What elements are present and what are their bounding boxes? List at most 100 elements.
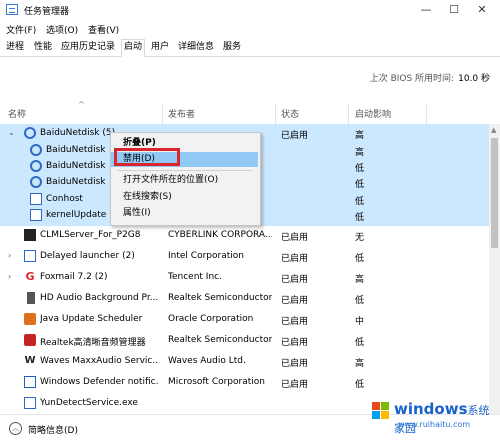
app-impact: 中 — [355, 317, 365, 327]
app-name: Waves MaxxAudio Servic... — [40, 356, 158, 366]
app-publisher: Tencent Inc. — [168, 272, 222, 282]
bios-time-value: 10.0 秒 — [458, 74, 490, 84]
app-name: Foxmail 7.2 (2) — [40, 272, 108, 282]
app-status: 已启用 — [281, 380, 309, 390]
tab-details[interactable]: 详细信息 — [176, 40, 216, 55]
tab-bar: 进程 性能 应用历史记录 启动 用户 详细信息 服务 — [0, 39, 500, 57]
list-item[interactable]: Realtek高清晰音频管理器 Realtek Semiconductor 已启… — [0, 331, 489, 351]
column-header-name[interactable]: 名称 — [8, 107, 26, 120]
windows-logo-icon — [372, 402, 390, 420]
app-status: 已启用 — [281, 254, 309, 264]
chevron-right-icon[interactable]: › — [8, 272, 11, 281]
app-status: 已启用 — [281, 275, 309, 285]
speaker-icon — [27, 292, 35, 304]
chevron-up-icon[interactable]: ︿ — [9, 422, 22, 435]
chevron-right-icon[interactable]: › — [8, 251, 11, 260]
column-divider[interactable] — [426, 104, 427, 124]
list-item[interactable]: CLMLServer_For_P2G8 CYBERLINK CORPORA...… — [0, 226, 489, 246]
baidu-netdisk-icon — [30, 144, 42, 156]
tab-startup[interactable]: 启动 — [121, 39, 146, 57]
app-publisher: Intel Corporation — [168, 251, 244, 261]
app-impact: 低 — [355, 213, 365, 223]
app-impact: 高 — [355, 131, 365, 141]
app-name: HD Audio Background Pr... — [40, 293, 158, 303]
menu-options[interactable]: 选项(O) — [46, 23, 78, 36]
column-divider[interactable] — [348, 104, 349, 124]
app-impact: 低 — [355, 254, 365, 264]
app-impact: 低 — [355, 338, 365, 348]
fewer-details-link[interactable]: 简略信息(D) — [28, 423, 78, 436]
app-status: 已启用 — [281, 233, 309, 243]
minimize-button[interactable]: — — [413, 1, 439, 19]
app-publisher: Oracle Corporation — [168, 314, 254, 324]
list-item[interactable]: Java Update Scheduler Oracle Corporation… — [0, 310, 489, 330]
watermark: windows系统家园 www.ruihaitu.com — [372, 396, 496, 436]
app-name: Realtek高清晰音频管理器 — [40, 338, 146, 348]
clml-server-icon — [24, 229, 36, 241]
list-item[interactable]: › Delayed launcher (2) Intel Corporation… — [0, 247, 489, 267]
tab-performance[interactable]: 性能 — [32, 40, 54, 55]
tab-processes[interactable]: 进程 — [4, 40, 26, 55]
scrollbar-thumb[interactable] — [491, 138, 498, 248]
context-separator — [117, 170, 252, 171]
app-name: Java Update Scheduler — [40, 314, 143, 324]
app-publisher: CYBERLINK CORPORA... — [168, 230, 272, 240]
menu-file[interactable]: 文件(F) — [6, 23, 36, 36]
app-box-icon — [24, 397, 36, 409]
java-icon — [24, 313, 36, 325]
watermark-title: windows系统家园 — [394, 400, 490, 435]
waves-icon: W — [24, 355, 36, 366]
title-bar: 任务管理器 — ☐ ✕ — [0, 0, 500, 20]
app-impact: 低 — [355, 296, 365, 306]
column-header-row: ^ 名称 发布者 状态 启动影响 — [0, 100, 490, 124]
app-status: 已启用 — [281, 317, 309, 327]
tab-services[interactable]: 服务 — [221, 40, 243, 55]
app-impact: 低 — [355, 380, 365, 390]
list-item[interactable]: Windows Defender notific... Microsoft Co… — [0, 373, 489, 393]
annotation-highlight-box — [114, 148, 180, 166]
close-button[interactable]: ✕ — [469, 1, 495, 19]
realtek-icon — [24, 334, 36, 346]
column-header-impact[interactable]: 启动影响 — [355, 107, 391, 120]
task-manager-icon — [6, 4, 18, 15]
baidu-netdisk-icon — [30, 176, 42, 188]
context-properties[interactable]: 属性(I) — [111, 206, 258, 221]
app-status: 已启用 — [281, 338, 309, 348]
column-header-publisher[interactable]: 发布者 — [168, 107, 195, 120]
column-divider[interactable] — [162, 104, 163, 124]
app-name: YunDetectService.exe — [40, 398, 138, 408]
list-item[interactable]: › G Foxmail 7.2 (2) Tencent Inc. 已启用 高 — [0, 268, 489, 288]
app-impact: 高 — [355, 275, 365, 285]
bios-time-label: 上次 BIOS 所用时间: — [369, 74, 455, 84]
app-box-icon — [30, 193, 42, 205]
app-impact: 高 — [355, 359, 365, 369]
app-status: 已启用 — [281, 359, 309, 369]
app-status: 已启用 — [281, 131, 309, 141]
window-title: 任务管理器 — [24, 7, 70, 17]
scroll-up-icon[interactable]: ▲ — [491, 126, 496, 134]
baidu-netdisk-icon — [24, 127, 36, 139]
chevron-down-icon[interactable]: ⌄ — [8, 128, 15, 137]
list-item[interactable]: W Waves MaxxAudio Servic... Waves Audio … — [0, 352, 489, 372]
baidu-netdisk-icon — [30, 160, 42, 172]
column-header-status[interactable]: 状态 — [281, 107, 299, 120]
context-search-online[interactable]: 在线搜索(S) — [111, 190, 258, 205]
app-publisher: Realtek Semiconductor — [168, 293, 272, 303]
vertical-scrollbar[interactable]: ▲ — [489, 124, 500, 414]
context-open-file-location[interactable]: 打开文件所在的位置(O) — [111, 173, 258, 188]
tab-app-history[interactable]: 应用历史记录 — [59, 40, 117, 55]
app-publisher: Realtek Semiconductor — [168, 335, 272, 345]
menu-view[interactable]: 查看(V) — [88, 23, 119, 36]
list-item[interactable]: HD Audio Background Pr... Realtek Semico… — [0, 289, 489, 309]
app-publisher: Microsoft Corporation — [168, 377, 265, 387]
tab-users[interactable]: 用户 — [149, 40, 171, 55]
app-impact: 低 — [355, 180, 365, 190]
bios-time: 上次 BIOS 所用时间: 10.0 秒 — [370, 71, 490, 84]
app-box-icon — [24, 250, 36, 262]
maximize-button[interactable]: ☐ — [441, 1, 467, 19]
context-menu: 折叠(P) 禁用(D) 打开文件所在的位置(O) 在线搜索(S) 属性(I) — [110, 132, 261, 226]
app-status: 已启用 — [281, 296, 309, 306]
app-name: Windows Defender notific... — [40, 377, 158, 387]
foxmail-icon: G — [25, 270, 35, 283]
column-divider[interactable] — [275, 104, 276, 124]
